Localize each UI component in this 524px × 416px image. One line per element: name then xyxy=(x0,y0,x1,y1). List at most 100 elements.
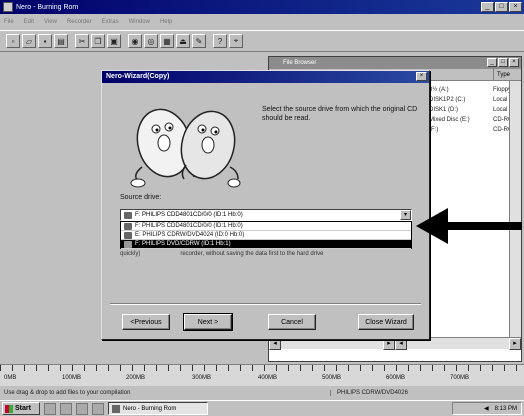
menu-view[interactable]: View xyxy=(44,19,57,25)
panel-maximize-icon[interactable]: □ xyxy=(498,58,508,67)
open-icon[interactable]: ▱ xyxy=(22,34,36,48)
capacity-ruler: 0MB 100MB 200MB 300MB 400MB 500MB 600MB … xyxy=(0,364,524,386)
ruler-label: 300MB xyxy=(192,375,212,381)
drive-option[interactable]: E: PHILIPS CDRW/DVD4024 (ID:0 Hb:0) xyxy=(121,231,411,240)
channels-icon[interactable] xyxy=(92,402,104,415)
copy-icon[interactable]: ❐ xyxy=(91,34,105,48)
paste-icon[interactable]: ▣ xyxy=(107,34,121,48)
close-icon[interactable]: × xyxy=(509,2,522,12)
pointer-arrow-icon xyxy=(416,208,522,244)
new-icon[interactable]: ▫ xyxy=(6,34,20,48)
ruler-ticks xyxy=(0,365,524,371)
close-wizard-button[interactable]: Close Wizard xyxy=(358,314,414,330)
clock: 8:13 PM xyxy=(494,405,517,412)
app-icon xyxy=(3,2,13,12)
ruler-label: 200MB xyxy=(126,375,146,381)
cd-drive-icon xyxy=(124,223,132,230)
cd-discs-illustration xyxy=(130,108,241,188)
item-name: DISK1P2 (C:) xyxy=(429,97,466,103)
previous-button[interactable]: <Previous xyxy=(122,314,170,330)
status-bar: Use drag & drop to add files to your com… xyxy=(0,387,524,399)
source-drive-value: F: PHILIPS CDD4801CD/0/0 (ID:1 Hb:0) xyxy=(135,212,243,218)
save-icon[interactable]: ▪ xyxy=(38,34,52,48)
toolbar: ▫ ▱ ▪ ▤ ✂ ❐ ▣ ◉ ◎ ▦ ⏏ ✎ ? ⌖ xyxy=(0,30,524,52)
status-message: Use drag & drop to add files to your com… xyxy=(4,390,131,396)
item-name: 3½ (A:) xyxy=(429,87,449,93)
ruler-label: 0MB xyxy=(4,375,17,381)
mail-icon[interactable] xyxy=(76,402,88,415)
ruler-label: 600MB xyxy=(386,375,406,381)
option-description-left: quickly) xyxy=(120,251,141,257)
taskbar: Start Nero - Burning Rom ◀ 8:13 PM xyxy=(0,400,524,416)
window-controls: _ □ × xyxy=(481,2,522,12)
ruler-label: 400MB xyxy=(258,375,278,381)
drive-option[interactable]: F: PHILIPS CDD4801CD/0/0 (ID:1 Hb:0) xyxy=(121,222,411,231)
source-drive-select[interactable]: F: PHILIPS CDD4801CD/0/0 (ID:1 Hb:0) ▾ xyxy=(120,209,412,221)
file-browser-title: File Browser xyxy=(283,60,317,66)
maximize-icon[interactable]: □ xyxy=(495,2,508,12)
panel-minimize-icon[interactable]: _ xyxy=(487,58,497,67)
taskbar-item-label: Nero - Burning Rom xyxy=(123,405,177,412)
copy-cd-icon[interactable]: ◎ xyxy=(144,34,158,48)
window-title: Nero - Burning Rom xyxy=(16,3,79,11)
ruler-label: 500MB xyxy=(322,375,342,381)
drive-option-label: F: PHILIPS CDD4801CD/0/0 (ID:1 Hb:0) xyxy=(135,223,243,229)
cd-drive-icon xyxy=(124,232,132,239)
start-label: Start xyxy=(15,405,31,412)
windows-logo-icon xyxy=(5,404,13,413)
title-bar: Nero - Burning Rom _ □ × xyxy=(0,0,524,14)
menu-window[interactable]: Window xyxy=(129,19,150,25)
menu-help[interactable]: Help xyxy=(160,19,172,25)
browser-icon[interactable] xyxy=(60,402,72,415)
panel-close-icon[interactable]: × xyxy=(509,58,519,67)
volume-icon[interactable]: ◀ xyxy=(484,405,489,412)
menu-file[interactable]: File xyxy=(4,19,14,25)
cd-drive-icon xyxy=(124,212,132,219)
eject-icon[interactable]: ⏏ xyxy=(176,34,190,48)
burn-icon[interactable]: ◉ xyxy=(128,34,142,48)
menu-edit[interactable]: Edit xyxy=(24,19,34,25)
print-icon[interactable]: ▤ xyxy=(54,34,68,48)
drive-option-selected[interactable]: F: PHILIPS DVD/CDRW (ID:1 Hb:1) xyxy=(121,240,411,249)
source-drive-options: F: PHILIPS CDD4801CD/0/0 (ID:1 Hb:0) E: … xyxy=(120,221,412,249)
dialog-divider xyxy=(110,303,421,305)
dialog-title: Nero-Wizard(Copy) xyxy=(102,71,429,83)
menu-extras[interactable]: Extras xyxy=(102,19,119,25)
minimize-icon[interactable]: _ xyxy=(481,2,494,12)
ruler-label: 100MB xyxy=(62,375,82,381)
column-header-type[interactable]: Type xyxy=(493,69,510,81)
item-name: (F:) xyxy=(429,127,439,133)
start-button[interactable]: Start xyxy=(2,402,40,415)
status-drive: PHILIPS CDRW/DVD4026 xyxy=(330,390,524,396)
desktop-icon[interactable] xyxy=(44,402,56,415)
scroll-right-icon[interactable]: ▸ xyxy=(509,338,521,350)
source-drive-label: Source drive: xyxy=(120,194,162,201)
cd-drive-icon xyxy=(124,241,132,248)
item-name: Mixed Disc (E:) xyxy=(429,117,470,123)
drive-option-label: F: PHILIPS DVD/CDRW (ID:1 Hb:1) xyxy=(135,241,231,247)
next-button[interactable]: Next > xyxy=(183,313,233,331)
item-name: DISK1 (D:) xyxy=(429,107,459,113)
chevron-down-icon[interactable]: ▾ xyxy=(400,210,411,220)
instruction-text: Select the source drive from which the o… xyxy=(262,106,418,122)
menu-bar: File Edit View Recorder Extras Window He… xyxy=(0,15,524,28)
option-description: quickly) recorder, without saving the da… xyxy=(120,251,420,257)
file-browser-controls: _ □ × xyxy=(487,58,519,67)
drive-option-label: E: PHILIPS CDRW/DVD4024 (ID:0 Hb:0) xyxy=(135,232,245,238)
context-help-icon[interactable]: ⌖ xyxy=(229,34,243,48)
help-icon[interactable]: ? xyxy=(213,34,227,48)
dialog-close-icon[interactable]: × xyxy=(416,72,427,81)
cut-icon[interactable]: ✂ xyxy=(75,34,89,48)
menu-recorder[interactable]: Recorder xyxy=(67,19,92,25)
wizard-dialog: Nero-Wizard(Copy) × Select the source dr… xyxy=(101,70,430,340)
ruler-label: 700MB xyxy=(450,375,470,381)
drive-info-icon[interactable]: ▦ xyxy=(160,34,174,48)
app-window: Nero - Burning Rom _ □ × File Edit View … xyxy=(0,0,524,416)
option-description-right: recorder, without saving the data first … xyxy=(180,251,324,257)
taskbar-item-nero[interactable]: Nero - Burning Rom xyxy=(108,402,208,415)
system-tray: ◀ 8:13 PM xyxy=(452,402,522,415)
wizard-icon[interactable]: ✎ xyxy=(192,34,206,48)
file-browser-title-bar: File Browser _ □ × xyxy=(269,57,521,69)
right-disc-icon xyxy=(180,110,241,188)
cancel-button[interactable]: Cancel xyxy=(268,314,316,330)
